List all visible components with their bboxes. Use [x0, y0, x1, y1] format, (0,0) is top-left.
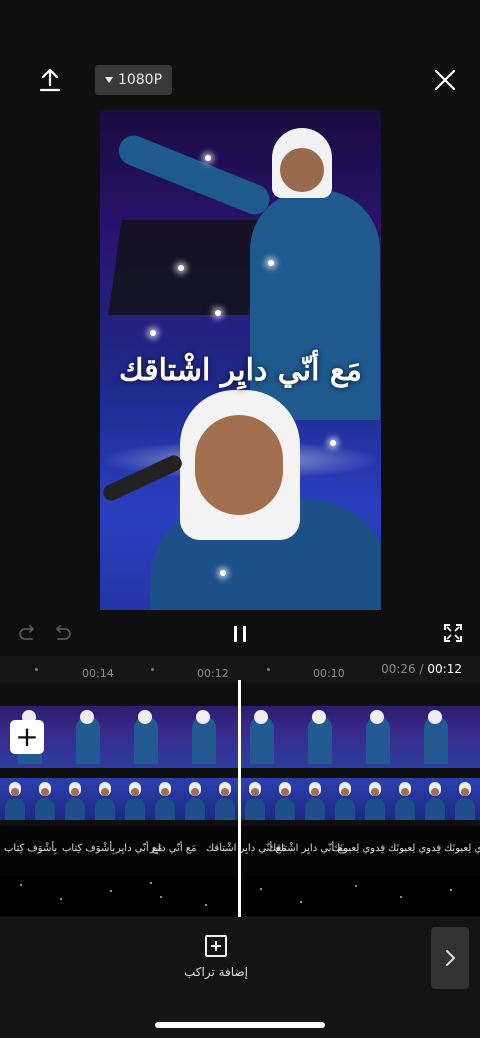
particle: [150, 882, 152, 884]
resolution-label: 1080P: [117, 72, 163, 88]
overlay-frame-thumbnail: [150, 778, 181, 820]
video-frame-thumbnail: [290, 706, 349, 768]
overlay-frame-thumbnail: [120, 778, 151, 820]
particle: [355, 885, 357, 887]
next-tools-button[interactable]: [431, 927, 469, 989]
current-time: 00:26: [381, 662, 416, 676]
sparkle: [268, 260, 274, 266]
redo-button[interactable]: [18, 623, 38, 645]
redo-icon: [19, 625, 34, 640]
upload-icon: [39, 68, 61, 92]
close-button[interactable]: [432, 67, 458, 93]
ruler-tick: 00:14: [82, 667, 114, 680]
lyric-clip: فِدوي لِعيونَك: [388, 843, 442, 854]
overlay-frame-thumbnail: [30, 778, 61, 820]
ruler-dot: [35, 668, 38, 671]
close-icon: [434, 69, 456, 91]
particle: [160, 896, 162, 898]
total-time: 00:12: [427, 662, 462, 676]
undo-icon: [56, 625, 71, 640]
overlay-frame-thumbnail: [240, 778, 271, 820]
resolution-dropdown[interactable]: 1080P: [95, 65, 172, 95]
particle: [205, 904, 207, 906]
overlay-frame-thumbnail: [420, 778, 451, 820]
add-overlay-label: إضافة تراكب: [184, 965, 248, 979]
lyric-overlay-text[interactable]: مَع أنّي دايِر اشْتاقك: [100, 353, 381, 388]
overlay-frame-thumbnail: [60, 778, 91, 820]
undo-button[interactable]: [52, 623, 72, 645]
video-frame-thumbnail: [406, 706, 465, 768]
add-clip-button[interactable]: +: [10, 720, 44, 754]
sparkle: [215, 310, 221, 316]
pause-button[interactable]: [229, 623, 251, 645]
particle: [20, 884, 22, 886]
overlay-frame-thumbnail: [270, 778, 301, 820]
ruler-tick: 00:12: [197, 667, 229, 680]
overlay-frame-thumbnail: [90, 778, 121, 820]
overlay-frame-thumbnail: [300, 778, 331, 820]
video-preview[interactable]: مَع أنّي دايِر اشْتاقك: [100, 110, 381, 610]
caret-down-icon: [104, 77, 113, 83]
overlay-frame-thumbnail: [210, 778, 241, 820]
video-frame-thumbnail: [116, 706, 175, 768]
fullscreen-icon: [444, 624, 462, 642]
sparkle: [220, 570, 226, 576]
fullscreen-button[interactable]: [442, 622, 464, 644]
overlay-frame-thumbnail: [390, 778, 421, 820]
sparkle: [205, 155, 211, 161]
lyric-clip: مَع أنّي دايِر: [150, 843, 197, 854]
music-stand-image: [108, 220, 262, 315]
ruler-dot: [151, 668, 154, 671]
lyric-clip: فِدوي لِعيونَك: [444, 843, 480, 854]
particle: [450, 889, 452, 891]
singer-bottom-face: [195, 415, 283, 515]
video-frame-thumbnail: [348, 706, 407, 768]
lyric-clip: بِأشْوَف كِتاب: [62, 843, 116, 854]
lyric-clip: فِدوي لِعيونَك: [332, 843, 386, 854]
particle: [400, 896, 402, 898]
lyric-clip: بِأشْوَف كِتاب: [4, 843, 58, 854]
overlay-frame-thumbnail: [360, 778, 391, 820]
overlay-frame-thumbnail: [0, 778, 31, 820]
overlay-frame-thumbnail: [330, 778, 361, 820]
video-frame-thumbnail: [174, 706, 233, 768]
sparkle: [178, 265, 184, 271]
raised-arm-image: [114, 131, 274, 219]
pause-icon: [234, 626, 246, 642]
overlay-frame-thumbnail: [180, 778, 211, 820]
sparkle: [150, 330, 156, 336]
add-square-icon: [205, 935, 227, 957]
particle: [110, 890, 112, 892]
ruler-tick: 00:10: [313, 667, 345, 680]
video-frame-thumbnail: [464, 706, 480, 768]
sparkle: [330, 440, 336, 446]
particle: [300, 901, 302, 903]
particle: [260, 888, 262, 890]
plus-icon: +: [15, 720, 39, 753]
time-separator: /: [419, 662, 424, 676]
chevron-right-icon: [446, 950, 456, 966]
playhead[interactable]: [238, 680, 241, 917]
home-indicator[interactable]: [155, 1022, 325, 1028]
export-button[interactable]: [36, 66, 64, 94]
singer-top-face: [280, 148, 324, 192]
video-frame-thumbnail: [58, 706, 117, 768]
timecode: 00:26 / 00:12: [381, 662, 462, 676]
ruler-dot: [267, 668, 270, 671]
particle: [60, 898, 62, 900]
overlay-frame-thumbnail: [450, 778, 480, 820]
add-overlay-button[interactable]: إضافة تراكب: [184, 935, 248, 981]
